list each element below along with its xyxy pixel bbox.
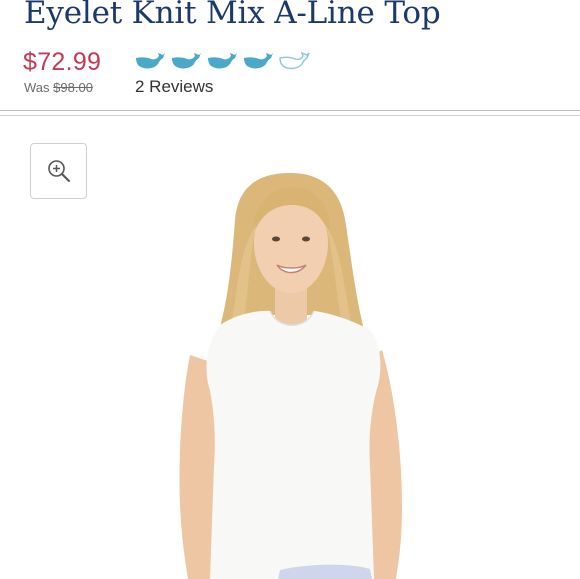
whale-outline-icon [279,52,310,70]
original-price: $98.00 [53,80,93,95]
whale-icon [208,53,237,69]
reviews-link[interactable]: 2 Reviews [135,76,213,98]
was-label: Was [24,80,50,95]
header-divider [0,115,580,116]
whale-icon [172,53,201,69]
product-photo [179,173,402,579]
rating-whales[interactable] [134,52,310,72]
product-title: Eyelet Knit Mix A-Line Top [24,0,441,31]
sale-price: $72.99 [23,48,102,76]
whale-icon [136,53,165,69]
whale-icon [244,53,273,69]
zoom-button[interactable] [30,143,87,199]
original-price-row: Was $98.00 [24,80,93,96]
header-divider [0,110,580,111]
zoom-in-icon [47,160,70,182]
